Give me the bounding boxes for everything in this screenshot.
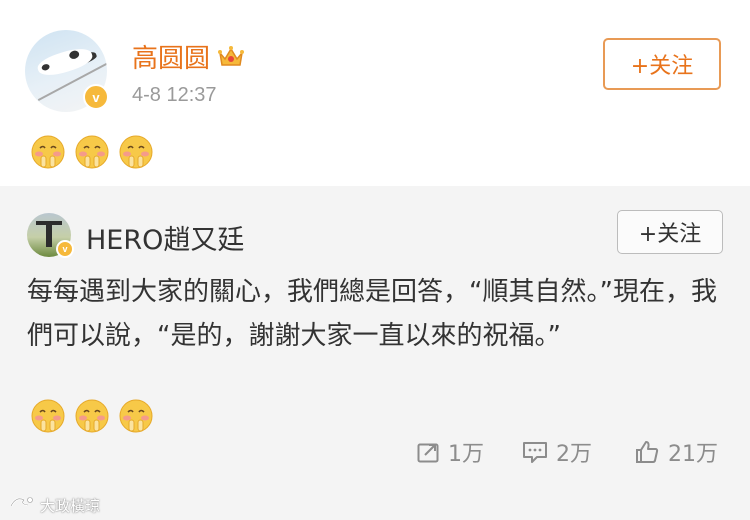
hugging-emoji-icon [74, 134, 110, 170]
author-name[interactable]: 高圆圆 [132, 38, 210, 75]
verified-icon: v [83, 84, 109, 110]
hugging-emoji-icon [30, 398, 66, 434]
repost-text: 每每遇到大家的關心，我們總是回答，“順其自然。”現在，我們可以說，“是的，謝謝大… [27, 277, 717, 351]
hugging-emoji-icon [118, 398, 154, 434]
watermark-logo-icon [8, 494, 36, 516]
comment-count: 2万 [556, 442, 592, 467]
share-count: 1万 [448, 442, 484, 467]
share-stat[interactable]: 1万 [416, 436, 484, 468]
author-avatar[interactable]: v [25, 30, 109, 112]
watermark-text: 大政橫琼 [40, 496, 101, 515]
crown-icon [218, 45, 245, 69]
hugging-emoji-icon [118, 134, 154, 170]
reposted-weibo[interactable]: v HERO趙又廷 +关注 每每遇到大家的關心，我們總是回答，“順其自然。”現在… [0, 186, 750, 520]
post-time: 4-8 12:37 [132, 84, 217, 106]
follow-button[interactable]: +关注 [603, 38, 721, 90]
like-count: 21万 [668, 442, 718, 467]
like-stat[interactable]: 21万 [634, 436, 718, 468]
repost-follow-button[interactable]: +关注 [617, 210, 723, 254]
comment-stat[interactable]: 2万 [522, 436, 592, 468]
repost-emoji-row [30, 398, 154, 434]
post-emoji-row [30, 134, 154, 170]
hugging-emoji-icon [30, 134, 66, 170]
avatar-figure [46, 223, 52, 247]
share-icon [416, 440, 440, 464]
verified-icon: v [56, 240, 74, 258]
author-name-row[interactable]: 高圆圆 [132, 38, 245, 75]
repost-author-avatar[interactable]: v [27, 213, 74, 258]
repost-author-name[interactable]: HERO趙又廷 [86, 218, 244, 257]
hugging-emoji-icon [74, 398, 110, 434]
thumbs-up-icon [634, 439, 660, 465]
original-post: v 高圆圆 4-8 12:37 +关注 [0, 0, 750, 186]
comment-icon [522, 440, 548, 464]
watermark: 大政橫琼 [8, 494, 100, 516]
